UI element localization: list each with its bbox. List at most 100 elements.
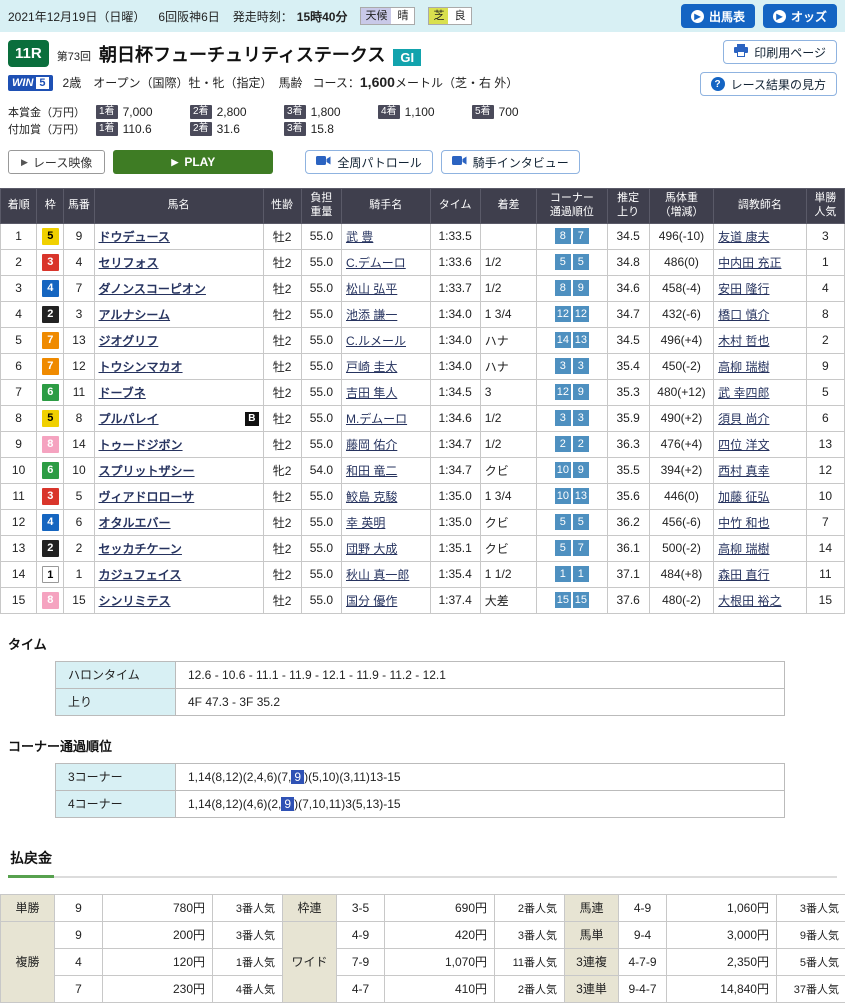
corner-positions: 11	[537, 561, 607, 587]
jockey-link[interactable]: C.ルメール	[346, 334, 406, 348]
body-weight: 496(+4)	[649, 327, 713, 353]
jockey-link[interactable]: 戸崎 圭太	[346, 360, 397, 374]
horse-number: 13	[64, 327, 94, 353]
bracket-amount: 690円	[385, 894, 495, 921]
jockey-link[interactable]: 国分 優作	[346, 594, 397, 608]
trainer-link[interactable]: 安田 隆行	[718, 282, 769, 296]
horse-name-cell: シンリミテス	[94, 587, 263, 613]
jockey-link[interactable]: C.デムーロ	[346, 256, 406, 270]
horse-name-link[interactable]: オタルエバー	[99, 516, 171, 530]
horse-name-link[interactable]: セリフォス	[99, 256, 159, 270]
horse-name-link[interactable]: トウシンマカオ	[99, 360, 183, 374]
horse-name-link[interactable]: ヴィアドロローサ	[99, 490, 195, 504]
margin: 1 3/4	[480, 483, 536, 509]
horse-number: 8	[64, 405, 94, 431]
margin: 1 3/4	[480, 301, 536, 327]
estimated-last3f: 35.9	[607, 405, 649, 431]
trainer-link[interactable]: 森田 直行	[718, 568, 769, 582]
horse-name-link[interactable]: セッカチケーン	[99, 542, 182, 556]
meeting-info: 6回阪神6日	[158, 8, 219, 25]
play-label: PLAY	[184, 155, 215, 169]
wide-amount-3: 410円	[385, 975, 495, 1002]
estimated-last3f: 36.1	[607, 535, 649, 561]
finish-position: 3	[1, 275, 37, 301]
jockey-link[interactable]: 団野 大成	[346, 542, 397, 556]
finish-position: 4	[1, 301, 37, 327]
odds-button[interactable]: ▶オッズ	[763, 4, 837, 28]
win-favorite-rank: 4	[806, 275, 844, 301]
trainer-cell: 森田 直行	[714, 561, 807, 587]
jockey-link[interactable]: 武 豊	[346, 230, 373, 244]
print-page-button[interactable]: 印刷用ページ	[723, 40, 837, 64]
trainer-link[interactable]: 橋口 慎介	[718, 308, 769, 322]
prize-amount: 2,800	[217, 105, 247, 119]
horse-name-cell: セッカチケーン	[94, 535, 263, 561]
jockey-link[interactable]: 松山 弘平	[346, 282, 397, 296]
horse-name-link[interactable]: ジオグリフ	[99, 334, 159, 348]
trainer-link[interactable]: 四位 洋文	[718, 438, 769, 452]
horse-name-link[interactable]: トゥードジボン	[99, 438, 183, 452]
corner-section-title: コーナー通過順位	[8, 736, 837, 755]
corner-position-badge: 5	[573, 254, 589, 270]
carried-weight: 55.0	[301, 483, 341, 509]
horse-name-link[interactable]: スプリットザシー	[99, 464, 195, 478]
jockey-link[interactable]: 吉田 隼人	[346, 386, 397, 400]
horse-name-link[interactable]: シンリミテス	[99, 594, 171, 608]
horse-name-link[interactable]: カジュフェイス	[99, 568, 182, 582]
results-header-cell: 着差	[480, 189, 536, 224]
jockey-link[interactable]: 幸 英明	[346, 516, 385, 530]
trainer-link[interactable]: 高柳 瑞樹	[718, 360, 769, 374]
corner4-value: 1,14(8,12)(4,6)(2,9)(7,10,11)3(5,13)-15	[176, 790, 785, 817]
horse-name-link[interactable]: プルパレイ	[99, 412, 159, 426]
jockey-link[interactable]: 鮫島 克駿	[346, 490, 397, 504]
trainer-link[interactable]: 武 幸四郎	[718, 386, 769, 400]
trainer-link[interactable]: 大根田 裕之	[718, 594, 781, 608]
place-favorite-1: 3番人気	[213, 921, 283, 948]
horse-number: 12	[64, 353, 94, 379]
trainer-link[interactable]: 中内田 充正	[718, 256, 781, 270]
win-favorite-rank: 10	[806, 483, 844, 509]
frame-badge: 2	[42, 306, 59, 323]
jockey-link[interactable]: 和田 竜二	[346, 464, 397, 478]
prize-pair: 4着1,100	[378, 105, 472, 119]
action-buttons: ▶レース映像 ▶PLAY 全周パトロール 騎手インタビュー	[0, 137, 845, 184]
jockey-interview-button[interactable]: 騎手インタビュー	[441, 150, 580, 174]
corner-table: 3コーナー 1,14(8,12)(2,4,6)(7,9)(5,10)(3,11)…	[55, 763, 785, 818]
body-weight: 394(+2)	[649, 457, 713, 483]
trainer-link[interactable]: 須貝 尚介	[718, 412, 769, 426]
place-amount-3: 230円	[103, 975, 213, 1002]
shutsubahyo-button[interactable]: ▶出馬表	[681, 4, 755, 28]
win-favorite-rank: 11	[806, 561, 844, 587]
horse-number: 15	[64, 587, 94, 613]
wide-favorite-1: 3番人気	[495, 921, 565, 948]
trainer-link[interactable]: 高柳 瑞樹	[718, 542, 769, 556]
patrol-video-button[interactable]: 全周パトロール	[305, 150, 432, 174]
wide-favorite-3: 2番人気	[495, 975, 565, 1002]
horse-name-link[interactable]: ドウデュース	[99, 230, 170, 244]
jockey-link[interactable]: 秋山 真一郎	[346, 568, 409, 582]
result-guide-button[interactable]: ? レース結果の見方	[700, 72, 837, 96]
corner-position-badge: 13	[573, 488, 589, 504]
odds-icon: ▶	[773, 10, 786, 23]
corner-position-badge: 15	[555, 592, 571, 608]
corner-position-badge: 5	[555, 254, 571, 270]
bracket-number: 3-5	[337, 894, 385, 921]
corner3-value: 1,14(8,12)(2,4,6)(7,9)(5,10)(3,11)13-15	[176, 763, 785, 790]
trainer-link[interactable]: 西村 真幸	[718, 464, 769, 478]
trainer-link[interactable]: 木村 哲也	[718, 334, 769, 348]
horse-name-link[interactable]: アルナシーム	[99, 308, 171, 322]
frame-badge: 6	[42, 462, 59, 479]
play-button[interactable]: ▶PLAY	[113, 150, 273, 174]
trainer-link[interactable]: 友道 康夫	[718, 230, 769, 244]
horse-name-link[interactable]: ダノンスコーピオン	[99, 282, 206, 296]
horse-name-link[interactable]: ドーブネ	[99, 386, 146, 400]
trainer-link[interactable]: 中竹 和也	[718, 516, 769, 530]
corner4-post: )(7,10,11)3(5,13)-15	[294, 797, 401, 811]
trainer-link[interactable]: 加藤 征弘	[718, 490, 769, 504]
place-number-1: 9	[55, 921, 103, 948]
jockey-link[interactable]: 池添 謙一	[346, 308, 397, 322]
jockey-link[interactable]: 藤岡 佑介	[346, 438, 397, 452]
jockey-link[interactable]: M.デムーロ	[346, 412, 407, 426]
help-icon: ?	[711, 77, 725, 91]
race-video-button[interactable]: ▶レース映像	[8, 150, 105, 174]
